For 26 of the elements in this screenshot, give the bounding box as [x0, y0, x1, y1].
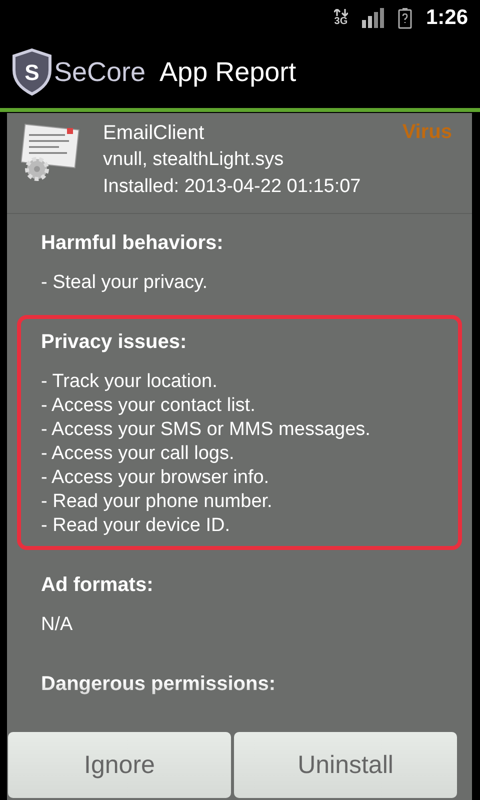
- screen-title: App Report: [160, 56, 296, 88]
- dialog-button[interactable]: Ignore: [8, 732, 231, 798]
- section-heading: Ad formats:: [41, 574, 154, 597]
- app-name: EmailClient: [103, 121, 206, 145]
- signal-icon: [362, 8, 384, 28]
- section-item: - Access your SMS or MMS messages.: [41, 418, 372, 442]
- section-item: - Access your browser info.: [41, 466, 270, 490]
- section-heading: Privacy issues:: [41, 331, 188, 354]
- install-date: Installed: 2013-04-22 01:15:07: [103, 175, 362, 199]
- section-item: - Access your contact list.: [41, 394, 256, 418]
- dialog-button[interactable]: Uninstall: [234, 732, 457, 798]
- section-item: N/A: [41, 613, 74, 637]
- network-indicator: 3G: [334, 9, 348, 27]
- section-item: - Track your location.: [41, 370, 218, 394]
- brand-name: SeCore: [54, 56, 146, 88]
- section-heading: Dangerous permissions:: [41, 673, 277, 696]
- section-item: - Read your device ID.: [41, 514, 232, 538]
- section-item: - Steal your privacy.: [41, 271, 208, 295]
- section-heading: Harmful behaviors:: [41, 232, 224, 255]
- section-item: - Access your call logs.: [41, 442, 236, 466]
- app-detail: vnull, stealthLight.sys: [103, 148, 285, 172]
- clock: 1:26: [426, 6, 468, 30]
- battery-unknown-icon: [398, 8, 412, 28]
- shield-logo-icon: S: [12, 48, 52, 96]
- section-item: - Read your phone number.: [41, 490, 274, 514]
- threat-label: Virus: [402, 121, 452, 144]
